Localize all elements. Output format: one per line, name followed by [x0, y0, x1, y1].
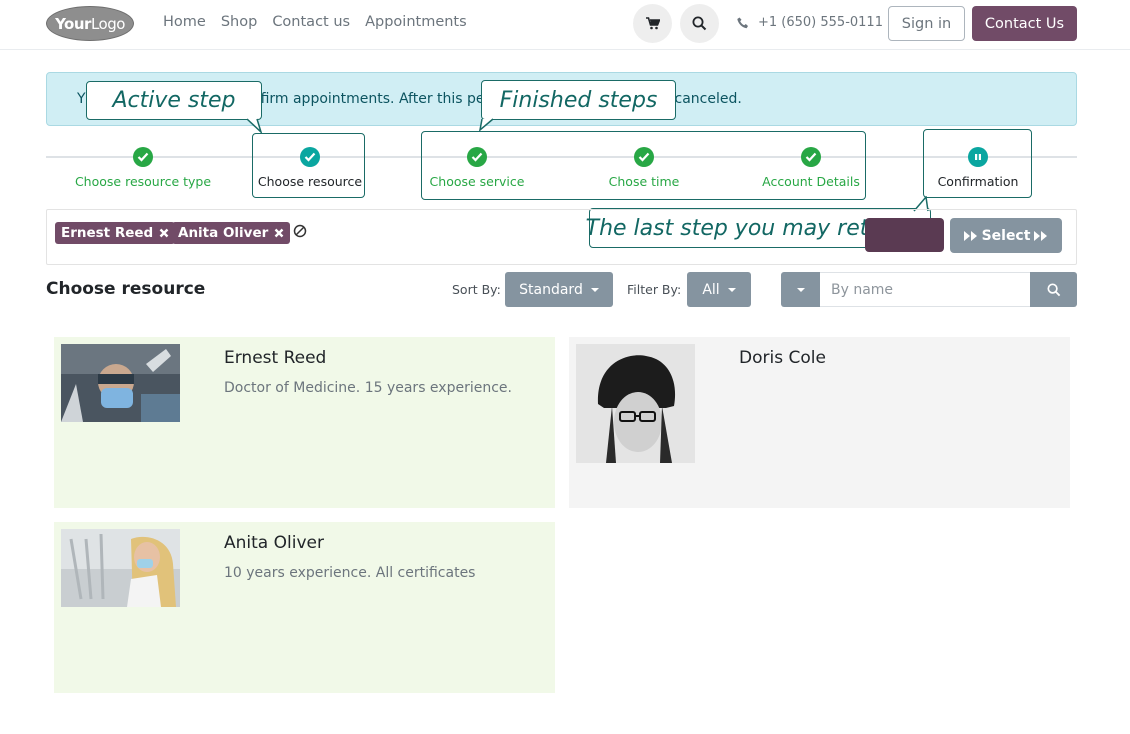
section-title: Choose resource — [46, 279, 206, 299]
caret-down-icon — [590, 287, 599, 292]
fast-forward-icon — [1034, 230, 1048, 241]
resource-card-anita-oliver[interactable]: Anita Oliver 10 years experience. All ce… — [54, 522, 555, 693]
phone-contact[interactable]: +1 (650) 555-0111 — [737, 15, 883, 30]
alert-text-end: canceled. — [674, 91, 742, 107]
nav-shop[interactable]: Shop — [221, 14, 257, 30]
remove-tag-icon[interactable] — [274, 228, 284, 238]
select-button[interactable]: Select — [950, 218, 1062, 253]
remove-tag-icon[interactable] — [159, 228, 169, 238]
step-label: Choose resource type — [74, 174, 212, 189]
resource-photo — [576, 344, 695, 463]
clear-selection-icon[interactable] — [293, 224, 307, 238]
header-search-button[interactable] — [680, 4, 719, 43]
sign-in-button[interactable]: Sign in — [888, 6, 965, 41]
contact-us-button[interactable]: Contact Us — [972, 6, 1077, 41]
site-header: Your Logo Home Shop Contact us Appointmen… — [0, 0, 1130, 50]
sort-dropdown[interactable]: Standard — [505, 272, 613, 307]
caret-down-icon — [796, 287, 805, 292]
annotation-active-step: Active step — [86, 81, 263, 134]
check-icon — [133, 147, 153, 167]
resource-card-doris-cole[interactable]: Doris Cole — [569, 337, 1070, 508]
resource-name: Doris Cole — [739, 348, 826, 368]
cart-icon — [645, 17, 660, 30]
search-icon — [1046, 282, 1060, 296]
selection-bar: Ernest Reed Anita Oliver Select — [46, 209, 1077, 265]
site-logo[interactable]: Your Logo — [46, 6, 134, 41]
selected-tag-anita-oliver: Anita Oliver — [172, 222, 291, 244]
resource-photo — [61, 344, 180, 422]
alert-text-mid: firm appointments. After this pe — [260, 91, 485, 107]
resource-description: Doctor of Medicine. 15 years experience. — [224, 380, 512, 396]
nav-home[interactable]: Home — [163, 14, 206, 30]
resource-card-ernest-reed[interactable]: Ernest Reed Doctor of Medicine. 15 years… — [54, 337, 555, 508]
last-step-highlight — [923, 129, 1032, 198]
search-options-button[interactable] — [781, 272, 820, 307]
search-input[interactable] — [820, 272, 1030, 307]
alert-text-start: Y — [77, 91, 86, 107]
main-nav: Home Shop Contact us Appointments — [163, 14, 467, 30]
phone-number: +1 (650) 555-0111 — [758, 15, 883, 30]
filter-by-label: Filter By: — [627, 282, 682, 297]
finished-steps-highlight — [421, 131, 866, 200]
resource-search — [781, 272, 1077, 307]
caret-down-icon — [727, 287, 736, 292]
search-icon — [692, 16, 707, 31]
selected-tag-ernest-reed: Ernest Reed — [55, 222, 176, 244]
cart-button[interactable] — [633, 4, 672, 43]
phone-icon — [737, 17, 748, 28]
filter-dropdown[interactable]: All — [687, 272, 751, 307]
sort-by-label: Sort By: — [452, 282, 501, 297]
resource-name: Anita Oliver — [224, 533, 324, 553]
active-step-highlight — [252, 133, 365, 198]
nav-appointments[interactable]: Appointments — [365, 14, 467, 30]
search-submit-button[interactable] — [1030, 272, 1077, 307]
resource-name: Ernest Reed — [224, 348, 327, 368]
fast-forward-icon — [963, 230, 977, 241]
annotation-finished-steps: Finished steps — [478, 80, 676, 132]
resource-photo — [61, 529, 180, 607]
callout-pointer — [247, 118, 263, 134]
back-button[interactable] — [865, 218, 944, 252]
resource-description: 10 years experience. All certificates — [224, 565, 476, 581]
step-choose-resource-type[interactable]: Choose resource type — [73, 147, 213, 189]
nav-contact-us[interactable]: Contact us — [272, 14, 350, 30]
callout-pointer — [478, 118, 494, 132]
